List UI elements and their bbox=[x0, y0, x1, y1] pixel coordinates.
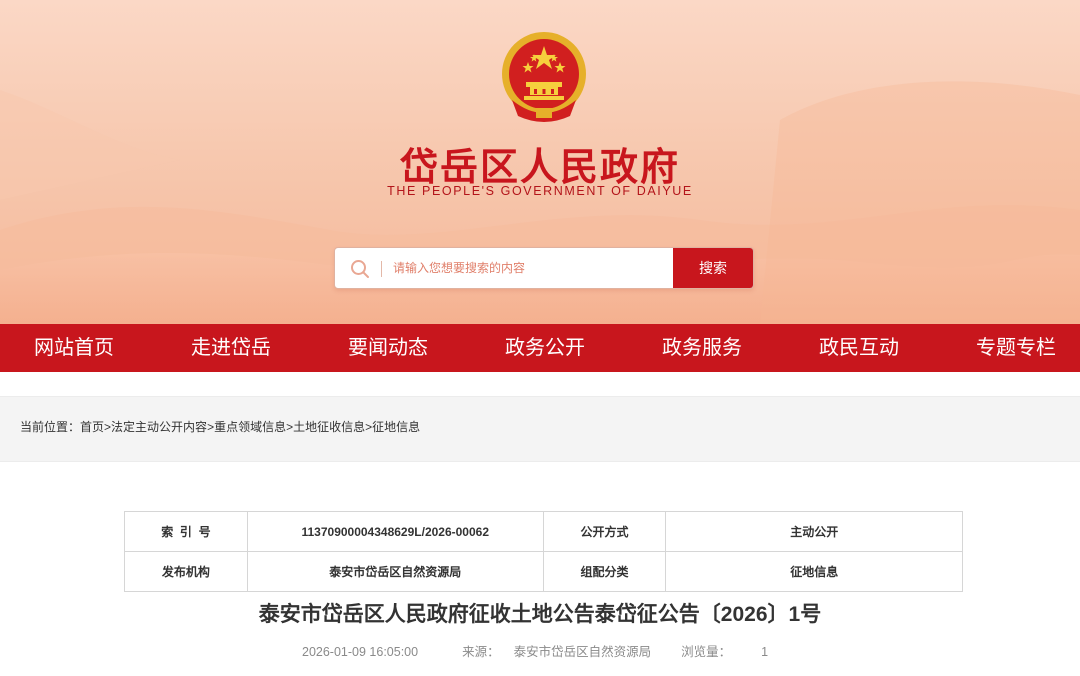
main-nav: 网站首页 走进岱岳 要闻动态 政务公开 政务服务 政民互动 专题专栏 bbox=[0, 324, 1080, 372]
national-emblem-icon bbox=[502, 32, 586, 122]
category-label: 组配分类 bbox=[542, 551, 667, 592]
document-info-table: 索 引 号 11370900004348629L/2026-00062 公开方式… bbox=[124, 511, 963, 592]
nav-item-gov-affairs-disclosure[interactable]: 政务公开 bbox=[505, 324, 585, 372]
views-count: 1 bbox=[761, 645, 769, 659]
article-meta: 2026-01-09 16:05:00 来源： 泰安市岱岳区自然资源局 浏览量： 1 bbox=[302, 641, 768, 660]
publish-date: 2026-01-09 16:05:00 bbox=[302, 645, 419, 659]
search-box: 搜索 bbox=[334, 247, 754, 289]
disclosure-method-label: 公开方式 bbox=[542, 511, 667, 552]
nav-item-news[interactable]: 要闻动态 bbox=[348, 324, 428, 372]
category-value: 征地信息 bbox=[665, 551, 963, 592]
publisher-label: 发布机构 bbox=[124, 551, 248, 592]
table-row: 索 引 号 11370900004348629L/2026-00062 公开方式… bbox=[124, 511, 963, 552]
breadcrumb-home[interactable]: 首页 bbox=[80, 420, 104, 434]
site-title: 岱岳区人民政府 bbox=[399, 144, 680, 189]
search-divider bbox=[381, 261, 382, 277]
source-value: 泰安市岱岳区自然资源局 bbox=[513, 645, 652, 659]
disclosure-method-value: 主动公开 bbox=[665, 511, 963, 552]
nav-item-interaction[interactable]: 政民互动 bbox=[819, 324, 899, 372]
search-icon bbox=[351, 260, 369, 278]
table-row: 发布机构 泰安市岱岳区自然资源局 组配分类 征地信息 bbox=[124, 551, 963, 592]
site-subtitle: THE PEOPLE'S GOVERNMENT OF DAIYUE bbox=[387, 184, 693, 198]
breadcrumb-land-expropriation[interactable]: 土地征收信息 bbox=[293, 420, 365, 434]
header-banner: 岱岳区人民政府 THE PEOPLE'S GOVERNMENT OF DAIYU… bbox=[0, 0, 1080, 324]
article-title: 泰安市岱岳区人民政府征收土地公告泰岱征公告〔2026〕1号 bbox=[258, 603, 822, 626]
nav-item-special-topics[interactable]: 专题专栏 bbox=[976, 324, 1056, 372]
breadcrumb-separator: > bbox=[104, 420, 112, 434]
nav-item-gov-services[interactable]: 政务服务 bbox=[662, 324, 742, 372]
nav-item-home[interactable]: 网站首页 bbox=[34, 324, 114, 372]
breadcrumb-label: 当前位置： bbox=[20, 420, 81, 434]
index-number-value: 11370900004348629L/2026-00062 bbox=[246, 511, 544, 552]
breadcrumb: 当前位置：首页>法定主动公开内容>重点领域信息>土地征收信息>征地信息 bbox=[0, 396, 1080, 462]
breadcrumb-land-acquisition-info[interactable]: 征地信息 bbox=[372, 420, 420, 434]
search-input[interactable] bbox=[393, 254, 663, 282]
views-label: 浏览量： bbox=[681, 645, 732, 659]
source-label: 来源： bbox=[462, 645, 500, 659]
breadcrumb-key-areas[interactable]: 重点领域信息 bbox=[214, 420, 286, 434]
publisher-value: 泰安市岱岳区自然资源局 bbox=[246, 551, 544, 592]
breadcrumb-statutory-disclosure[interactable]: 法定主动公开内容 bbox=[111, 420, 207, 434]
search-button[interactable]: 搜索 bbox=[673, 248, 753, 288]
nav-item-about-daiyue[interactable]: 走进岱岳 bbox=[191, 324, 271, 372]
index-number-label: 索 引 号 bbox=[124, 511, 248, 552]
